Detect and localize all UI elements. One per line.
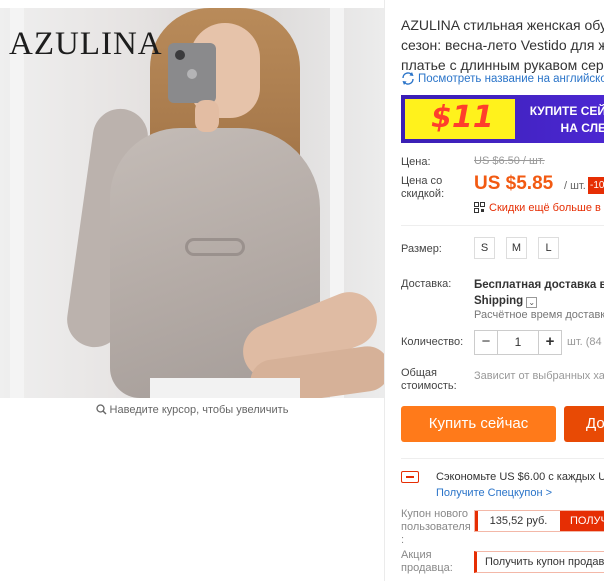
price-label: Цена: <box>401 156 431 168</box>
product-title: AZULINA стильная женская обувь сезон: ве… <box>401 17 604 73</box>
brand-logo: AZULINA <box>9 26 163 62</box>
size-option-l[interactable]: L <box>538 237 559 259</box>
translate-title-link[interactable]: Посмотреть название на английском <box>401 72 604 85</box>
per-unit: / шт. <box>564 180 586 192</box>
old-price: US $6.50 / шт. <box>474 155 545 167</box>
dress-belt <box>185 238 245 256</box>
size-label: Размер: <box>401 243 442 255</box>
coupon-icon <box>401 471 419 483</box>
delivery-method[interactable]: Бесплатная доставка в R Shipping ⌄ <box>474 277 604 309</box>
zoom-hint: Наведите курсор, чтобы увеличить <box>0 404 384 416</box>
discount-price-label: Цена со скидкой: <box>401 175 445 200</box>
quantity-stepper: − 1 + <box>474 330 562 355</box>
column-divider <box>384 0 385 581</box>
quantity-input[interactable]: 1 <box>497 331 539 354</box>
qr-code-icon <box>474 202 489 214</box>
current-price: US $5.85 <box>474 173 554 194</box>
chevron-down-icon[interactable]: ⌄ <box>526 297 538 308</box>
total-label: Общая стоимость: <box>401 367 457 392</box>
model-hand <box>195 100 219 132</box>
total-note: Зависит от выбранных хар <box>474 370 604 382</box>
seller-coupon-button[interactable]: Получить купон продав <box>474 551 604 573</box>
magnifier-icon <box>95 404 110 416</box>
app-discount-link[interactable]: Скидки ещё больше в п <box>474 202 604 214</box>
new-user-coupon-label: Купон нового пользователя : <box>401 508 471 546</box>
coupon-amount: 135,52 руб. <box>475 511 559 531</box>
translate-icon <box>401 72 418 85</box>
delivery-label: Доставка: <box>401 278 452 290</box>
get-store-coupon-link[interactable]: Получите Спецкупон > <box>436 487 552 499</box>
promo-amount: $11 <box>431 100 494 135</box>
get-coupon-button[interactable]: ПОЛУЧЕ <box>560 511 604 531</box>
seller-promo-label: Акция продавца: <box>401 549 453 574</box>
wall-stripe <box>10 8 24 398</box>
buy-now-button[interactable]: Купить сейчас <box>401 406 556 442</box>
new-user-coupon: 135,52 руб. ПОЛУЧЕ <box>474 510 604 532</box>
quantity-decrease-button[interactable]: − <box>475 331 497 354</box>
add-to-cart-button[interactable]: До <box>564 406 604 442</box>
phone-image <box>168 43 216 103</box>
quantity-increase-button[interactable]: + <box>539 331 561 354</box>
divider <box>401 225 604 226</box>
size-option-m[interactable]: M <box>506 237 527 259</box>
quantity-available: шт. (84 <box>567 336 602 348</box>
product-main-image[interactable]: AZULINA <box>0 8 384 398</box>
size-option-s[interactable]: S <box>474 237 495 259</box>
promo-banner[interactable]: $11 КУПИТЕ СЕЙ НА СЛЕ <box>401 95 604 143</box>
store-coupon-text: Сэкономьте US $6.00 с каждых US <box>436 471 604 483</box>
divider <box>401 458 604 459</box>
promo-text: КУПИТЕ СЕЙ НА СЛЕ <box>529 104 604 135</box>
quantity-label: Количество: <box>401 336 464 348</box>
discount-badge: -10 <box>588 177 604 194</box>
delivery-estimate: Расчётное время доставки <box>474 309 604 321</box>
stool <box>150 378 300 398</box>
